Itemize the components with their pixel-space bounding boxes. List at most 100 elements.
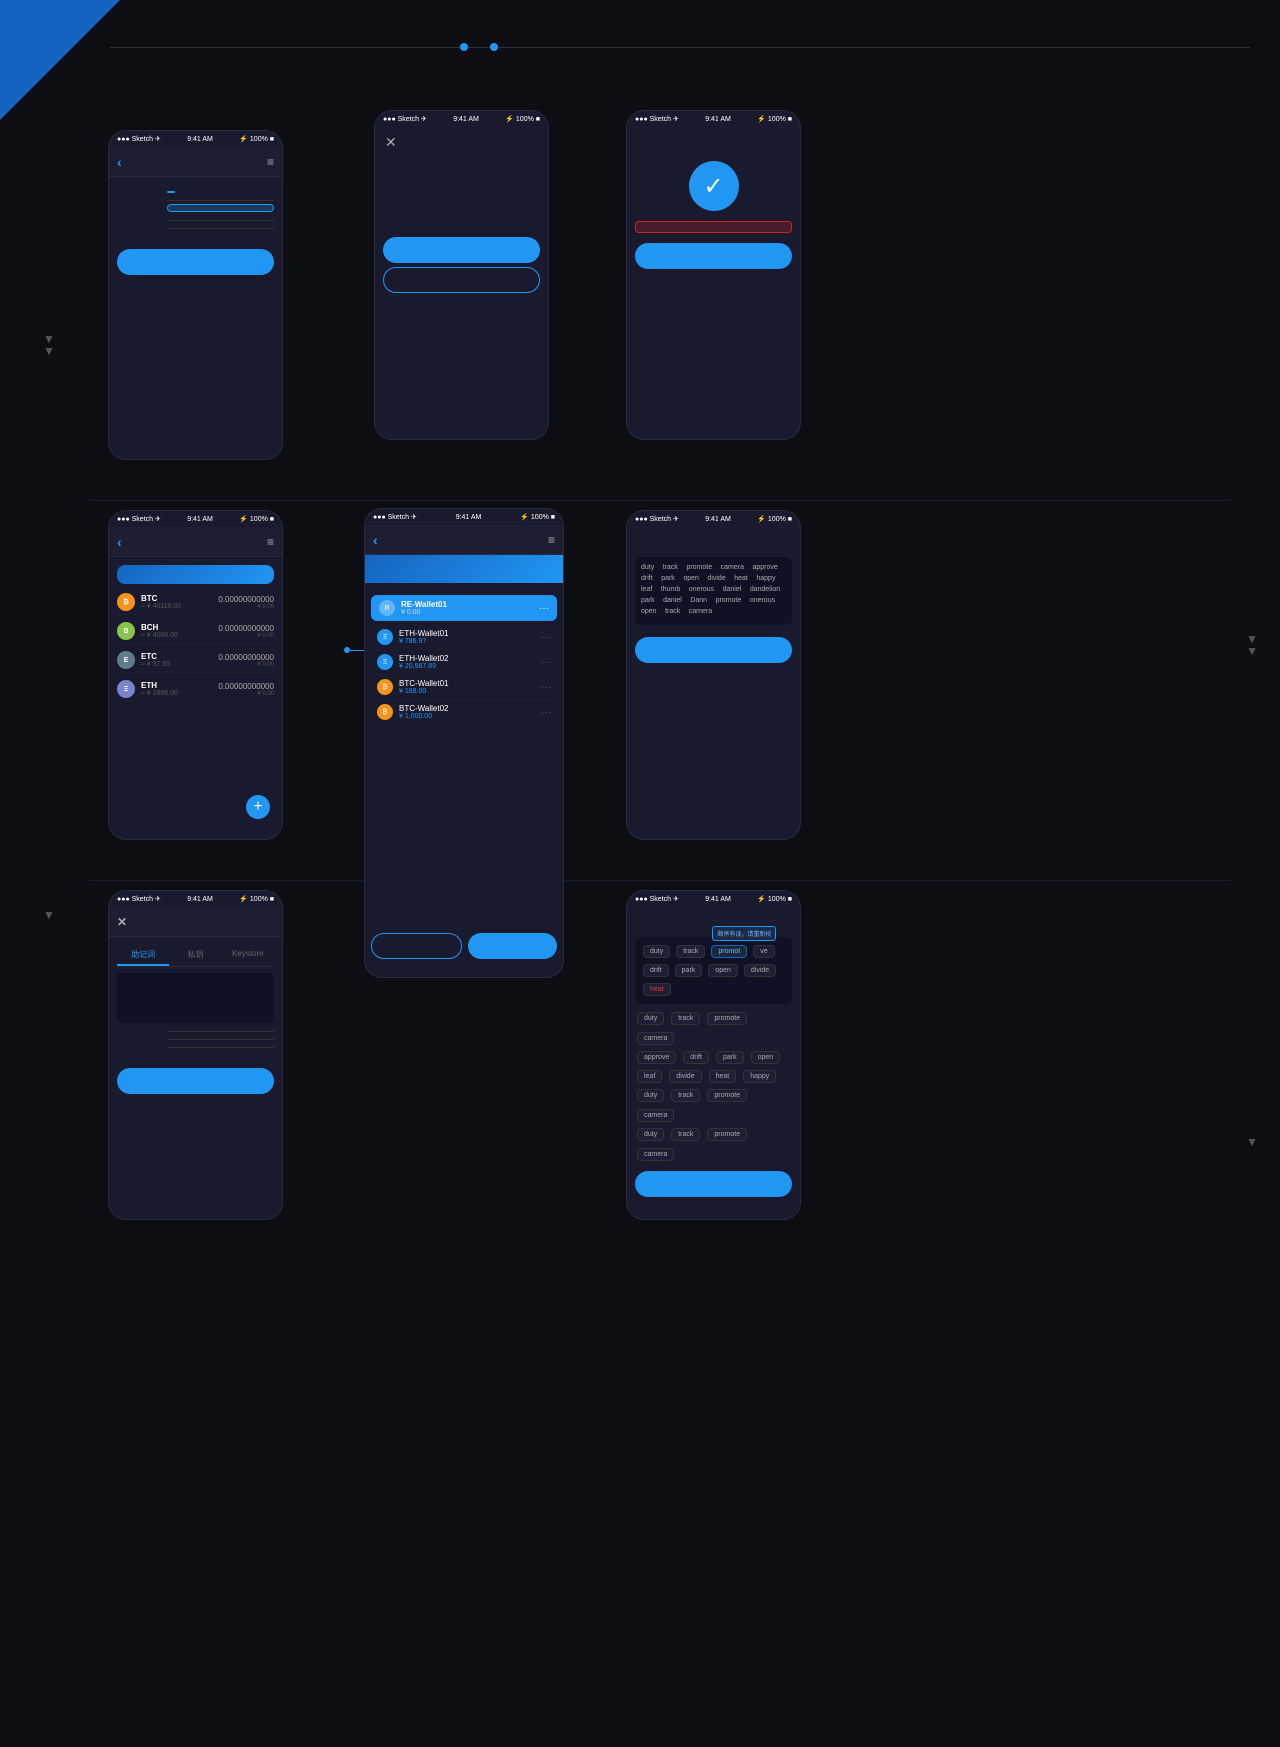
chip-happy[interactable]: happy xyxy=(743,1070,776,1083)
verify-word-promote[interactable]: promot 顺序有误，请重新校 xyxy=(711,945,747,958)
mnemonic-textarea[interactable] xyxy=(117,973,274,1023)
menu-icon-4[interactable]: ≡ xyxy=(267,535,274,549)
chain-field xyxy=(117,191,274,193)
battery-5: ⚡ 100% ■ xyxy=(520,513,555,521)
import-wallet-btn-list[interactable] xyxy=(371,933,462,959)
eth1-dots[interactable]: ··· xyxy=(541,632,551,643)
import-wallet-btn-2[interactable] xyxy=(383,267,540,293)
next-btn-backup[interactable] xyxy=(635,637,792,663)
chip-park[interactable]: park xyxy=(716,1051,744,1064)
signal-2: ●●● Sketch ✈ xyxy=(383,115,427,123)
chip-approve[interactable]: approve xyxy=(637,1051,676,1064)
btc1-dots[interactable]: ··· xyxy=(541,682,551,693)
wallet-btc2-info: BTC-Wallet02 ¥ 1,000.00 xyxy=(399,704,449,720)
coin-eth[interactable]: Ξ ETH ≈ ¥ 2896.00 0.00000000000 ¥ 0.00 xyxy=(117,677,274,702)
chip-heat[interactable]: heat xyxy=(709,1070,737,1083)
chip-track-1[interactable]: track xyxy=(671,1012,700,1025)
import-confirm-field[interactable] xyxy=(117,1045,274,1048)
coin-bch[interactable]: B BCH ≈ ¥ 4088.00 0.00000000000 ¥ 0.00 xyxy=(117,619,274,644)
wallet-btc2-inner: ₿ BTC-Wallet02 ¥ 1,000.00 xyxy=(377,704,449,720)
name-field[interactable] xyxy=(117,198,274,201)
phone-backup: ●●● Sketch ✈ 9:41 AM ⚡ 100% ■ duty track… xyxy=(626,510,801,840)
chip-duty-3[interactable]: duty xyxy=(637,1128,664,1141)
back-icon-4[interactable]: ‹ xyxy=(117,534,122,550)
chip-duty-1[interactable]: duty xyxy=(637,1012,664,1025)
chip-track-2[interactable]: track xyxy=(671,1089,700,1102)
coin-etc[interactable]: E ETC ≈ ¥ 97.65 0.00000000000 ¥ 0.00 xyxy=(117,648,274,673)
bch-amount: 0.00000000000 ¥ 0.00 xyxy=(218,624,274,639)
btc2-wallet-icon: ₿ xyxy=(377,704,393,720)
coin-btc[interactable]: ₿ BTC ≈ ¥ 40118.00 0.00000000000 ¥ 0.00 xyxy=(117,590,274,615)
chip-leaf[interactable]: leaf xyxy=(637,1070,662,1083)
chip-duty-2[interactable]: duty xyxy=(637,1089,664,1102)
wallet-active-icon: R xyxy=(379,600,395,616)
signal-5: ●●● Sketch ✈ xyxy=(373,513,417,521)
eth2-dots[interactable]: ··· xyxy=(541,657,551,668)
chip-promote-2[interactable]: promote xyxy=(707,1089,747,1102)
spacer-3 xyxy=(627,127,800,143)
name-value xyxy=(167,198,274,201)
eth2-amount: ¥ 20,987.89 xyxy=(399,663,449,670)
wallet-select-list: R RE-Wallet01 ¥ 0.00 ··· Ξ ETH-Wallet01 … xyxy=(365,583,563,730)
chip-promote-1[interactable]: promote xyxy=(707,1012,747,1025)
wallet-item-eth2[interactable]: Ξ ETH-Wallet02 ¥ 20,987.89 ··· xyxy=(371,650,557,675)
wallet-item-btc2[interactable]: ₿ BTC-Wallet02 ¥ 1,000.00 ··· xyxy=(371,700,557,724)
chip-divide[interactable]: divide xyxy=(669,1070,701,1083)
phone-wallet-list-slide: ●●● Sketch ✈ 9:41 AM ⚡ 100% ■ ‹ ≡ R RE-W… xyxy=(364,508,564,978)
battery-2: ⚡ 100% ■ xyxy=(505,115,540,123)
chip-open[interactable]: open xyxy=(751,1051,781,1064)
verify-word-heat[interactable]: heat xyxy=(643,983,671,996)
menu-icon-1[interactable]: ≡ xyxy=(267,155,274,169)
confirm-field[interactable] xyxy=(117,226,274,229)
import-name-placeholder xyxy=(167,1029,274,1032)
back-icon-1[interactable]: ‹ xyxy=(117,154,122,170)
wallet-item-active[interactable]: R RE-Wallet01 ¥ 0.00 ··· xyxy=(371,595,557,621)
password-field[interactable] xyxy=(117,218,274,221)
wallet-item-btc1[interactable]: ₿ BTC-Wallet01 ¥ 188.00 ··· xyxy=(371,675,557,700)
import-btn[interactable] xyxy=(117,1068,274,1094)
chip-track-3[interactable]: track xyxy=(671,1128,700,1141)
menu-icon-5[interactable]: ≡ xyxy=(548,533,555,547)
chip-row-1: duty track promote camera xyxy=(635,1010,792,1047)
import-name-field[interactable] xyxy=(117,1029,274,1032)
chip-drift[interactable]: drift xyxy=(683,1051,709,1064)
import-confirm-placeholder xyxy=(167,1045,274,1048)
btc1-amount: ¥ 188.00 xyxy=(399,688,449,695)
tab-mnemonic[interactable]: 助记词 xyxy=(117,945,169,966)
verify-word-track[interactable]: track xyxy=(676,945,705,958)
status-bar-3: ●●● Sketch ✈ 9:41 AM ⚡ 100% ■ xyxy=(627,111,800,127)
create-wallet-btn-2[interactable] xyxy=(383,237,540,263)
wallet-active-inner: R RE-Wallet01 ¥ 0.00 xyxy=(379,600,447,616)
wallet-item-eth1[interactable]: Ξ ETH-Wallet01 ¥ 786.97 ··· xyxy=(371,625,557,650)
close-icon-7[interactable]: ✕ xyxy=(117,915,127,929)
create-wallet-btn-1[interactable] xyxy=(117,249,274,275)
battery-6: ⚡ 100% ■ xyxy=(757,515,792,523)
verify-word-divide[interactable]: divide xyxy=(744,964,776,977)
chip-camera-3[interactable]: camera xyxy=(637,1148,674,1161)
chip-camera-2[interactable]: camera xyxy=(637,1109,674,1122)
back-icon-5[interactable]: ‹ xyxy=(373,532,378,548)
verify-word-open[interactable]: open xyxy=(708,964,738,977)
verify-word-park[interactable]: park xyxy=(675,964,703,977)
import-password-field[interactable] xyxy=(117,1037,274,1040)
add-coin-btn[interactable]: + xyxy=(246,795,270,819)
confirm-btn-verify[interactable] xyxy=(635,1171,792,1197)
create-wallet-btn-list[interactable] xyxy=(468,933,557,959)
chip-promote-3[interactable]: promote xyxy=(707,1128,747,1141)
verify-word-drift[interactable]: drift xyxy=(643,964,669,977)
chip-camera-1[interactable]: camera xyxy=(637,1032,674,1045)
mnemonic-row-4: park daniel Dann promote onerous xyxy=(641,597,786,607)
close-row: ✕ xyxy=(375,127,548,157)
tab-privatekey[interactable]: 私钥 xyxy=(169,945,221,966)
verify-word-duty[interactable]: duty xyxy=(643,945,670,958)
phone-create-input: ●●● Sketch ✈ 9:41 AM ⚡ 100% ■ ‹ ≡ xyxy=(108,130,283,460)
backup-btn[interactable] xyxy=(635,243,792,269)
tab-keystore[interactable]: Keystore xyxy=(222,945,274,966)
close-icon-2[interactable]: ✕ xyxy=(385,134,397,151)
btc2-dots[interactable]: ··· xyxy=(541,707,551,718)
create-btn-1[interactable] xyxy=(117,249,274,275)
body-7: 助记词 私钥 Keystore xyxy=(109,937,282,1219)
phone-import: ●●● Sketch ✈ 9:41 AM ⚡ 100% ■ ✕ 助记词 私钥 K… xyxy=(108,890,283,1220)
verify-word-ve[interactable]: ve xyxy=(753,945,774,958)
wallet-active-dots[interactable]: ··· xyxy=(539,603,549,614)
